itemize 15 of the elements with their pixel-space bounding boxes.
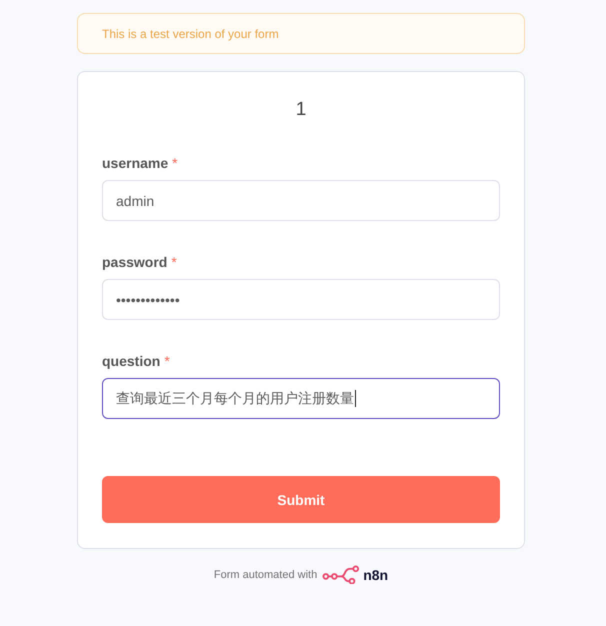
logo-icon xyxy=(322,565,362,584)
input-field[interactable]: 查询最近三个月每个月的用户注册数量 xyxy=(102,378,500,419)
banner-text: This is a test version of your form xyxy=(102,26,279,40)
text-cursor-icon xyxy=(355,390,356,407)
footer-text: Form automated with xyxy=(214,568,318,580)
brand-link[interactable]: n8n xyxy=(322,565,388,584)
required-mark: * xyxy=(164,353,170,369)
field-label: password xyxy=(102,254,168,270)
input-field[interactable]: admin xyxy=(102,180,500,221)
required-mark: * xyxy=(172,155,178,171)
form-title: 1 xyxy=(296,98,306,122)
field-label: username xyxy=(102,155,168,171)
field-label: question xyxy=(102,353,160,369)
input-field[interactable]: ••••••••••••• xyxy=(102,279,500,320)
required-mark: * xyxy=(171,254,177,270)
